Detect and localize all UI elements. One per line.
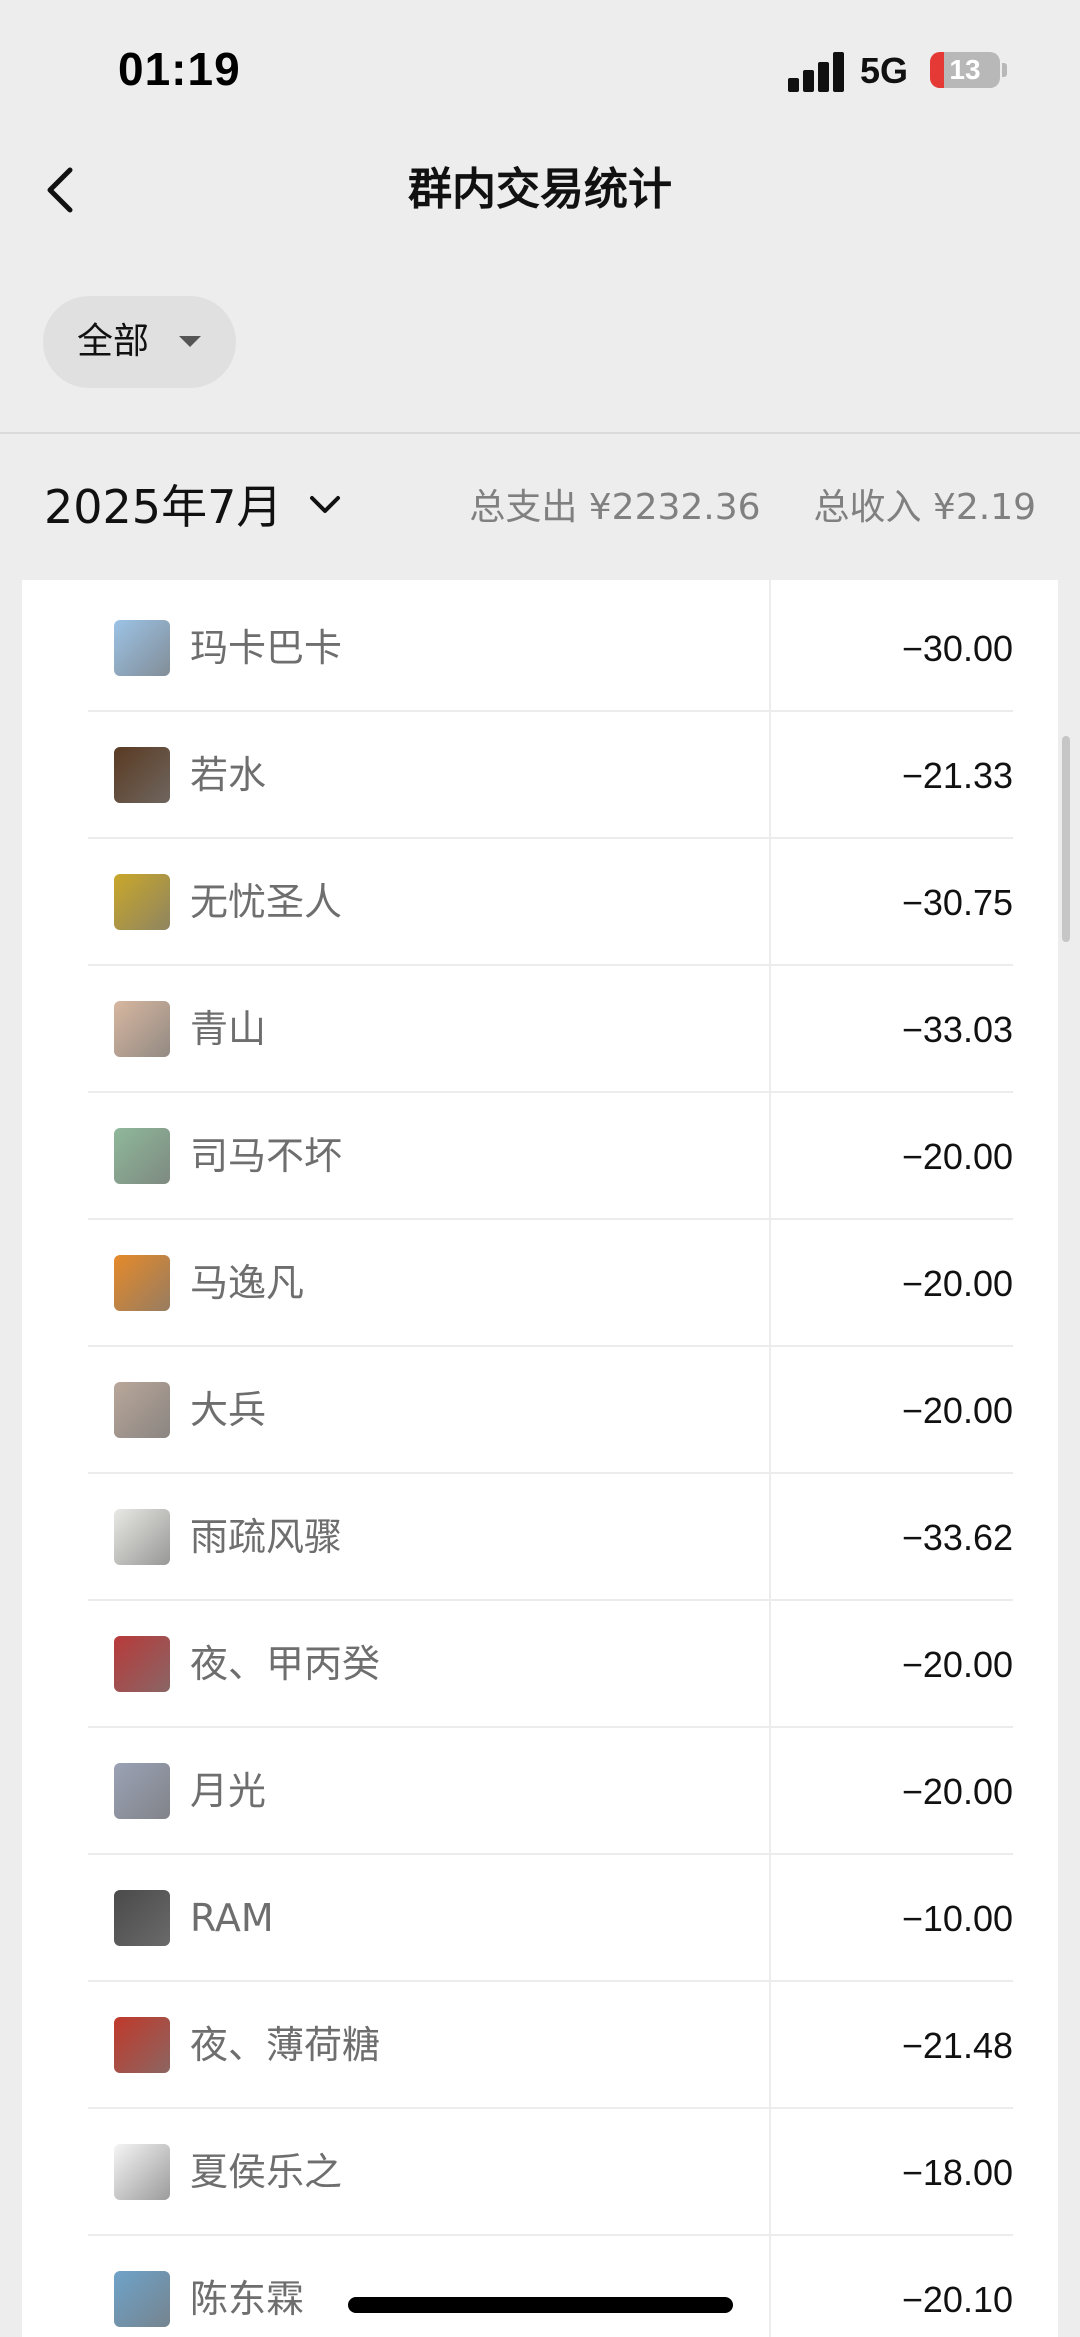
home-indicator [348,2297,733,2313]
avatar [114,1509,170,1565]
member-name: 若水 [190,753,267,797]
avatar [114,2017,170,2073]
member-name: 司马不坏 [190,1134,343,1178]
battery-icon: 13 [930,52,1000,88]
member-name: 夜、薄荷糖 [190,2023,381,2067]
list-item[interactable]: 大兵 −20.00 [88,1347,1013,1474]
total-income-value: ¥2.19 [932,487,1036,528]
member-name: 无忧圣人 [190,880,343,924]
amount-value: −30.75 [901,882,1013,923]
amount-value: −18.00 [901,2152,1013,2193]
list-item[interactable]: 若水 −21.33 [88,712,1013,839]
total-expense-label: 总支出 [469,487,578,528]
list-item[interactable]: 月光 −20.00 [88,1728,1013,1855]
avatar [114,1382,170,1438]
avatar [114,1763,170,1819]
member-name: 青山 [190,1007,267,1051]
total-expense-value: ¥2232.36 [588,487,761,528]
member-name: 陈东霖 [190,2277,305,2321]
list-item[interactable]: 夜、薄荷糖 −21.48 [88,1982,1013,2109]
list-item[interactable]: 青山 −33.03 [88,966,1013,1093]
list-item[interactable]: 夏侯乐之 −18.00 [88,2109,1013,2236]
transaction-list: 玛卡巴卡 −30.00 若水 −21.33 无忧圣人 −30.75 青山 −33.03 司马不坏… [22,580,1058,2337]
status-bar: 01:19 5G 13 [0,0,1080,140]
member-name: 雨疏风骤 [190,1515,343,1559]
list-item[interactable]: 玛卡巴卡 −30.00 [88,585,1013,712]
scrollbar[interactable] [1062,736,1070,942]
page-title: 群内交易统计 [408,164,672,215]
chevron-down-icon[interactable] [308,493,342,517]
amount-value: −21.33 [901,755,1013,796]
amount-value: −20.00 [901,1136,1013,1177]
avatar [114,620,170,676]
member-name: RAM [190,1896,274,1940]
member-name: 玛卡巴卡 [190,626,343,670]
list-item[interactable]: 马逸凡 −20.00 [88,1220,1013,1347]
amount-value: −20.00 [901,1390,1013,1431]
member-name: 夜、甲丙癸 [190,1642,381,1686]
avatar [114,2144,170,2200]
battery-level: 13 [949,54,981,85]
avatar [114,874,170,930]
status-time: 01:19 [118,43,241,95]
divider [0,432,1080,434]
network-type: 5G [860,50,909,91]
member-name: 月光 [190,1769,267,1813]
amount-value: −20.10 [901,2279,1013,2320]
member-name: 夏侯乐之 [190,2150,343,2194]
member-name: 马逸凡 [190,1261,305,1305]
filter-label: 全部 [77,321,150,362]
amount-value: −30.00 [901,628,1013,669]
month-selector[interactable]: 2025年7月 [44,474,282,540]
member-name: 大兵 [190,1388,267,1432]
amount-value: −20.00 [901,1771,1013,1812]
avatar [114,1255,170,1311]
amount-value: −21.48 [901,2025,1013,2066]
avatar [114,1636,170,1692]
battery-tip [1002,63,1007,77]
list-item[interactable]: RAM −10.00 [88,1855,1013,1982]
list-item[interactable]: 司马不坏 −20.00 [88,1093,1013,1220]
amount-value: −33.03 [901,1009,1013,1050]
amount-value: −33.62 [901,1517,1013,1558]
amount-value: −20.00 [901,1644,1013,1685]
amount-value: −20.00 [901,1263,1013,1304]
avatar [114,747,170,803]
avatar [114,1001,170,1057]
avatar [114,2271,170,2327]
avatar [114,1128,170,1184]
totals-summary: 总支出 ¥2232.36 总收入 ¥2.19 [469,482,1036,534]
list-item[interactable]: 无忧圣人 −30.75 [88,839,1013,966]
list-item[interactable]: 陈东霖 −20.10 [88,2236,1013,2337]
filter-dropdown[interactable]: 全部 [43,296,236,388]
avatar [114,1890,170,1946]
caret-down-icon [179,336,201,347]
signal-icon [788,52,846,92]
list-item[interactable]: 夜、甲丙癸 −20.00 [88,1601,1013,1728]
list-item[interactable]: 雨疏风骤 −33.62 [88,1474,1013,1601]
total-income-label: 总收入 [813,487,922,528]
amount-value: −10.00 [901,1898,1013,1939]
